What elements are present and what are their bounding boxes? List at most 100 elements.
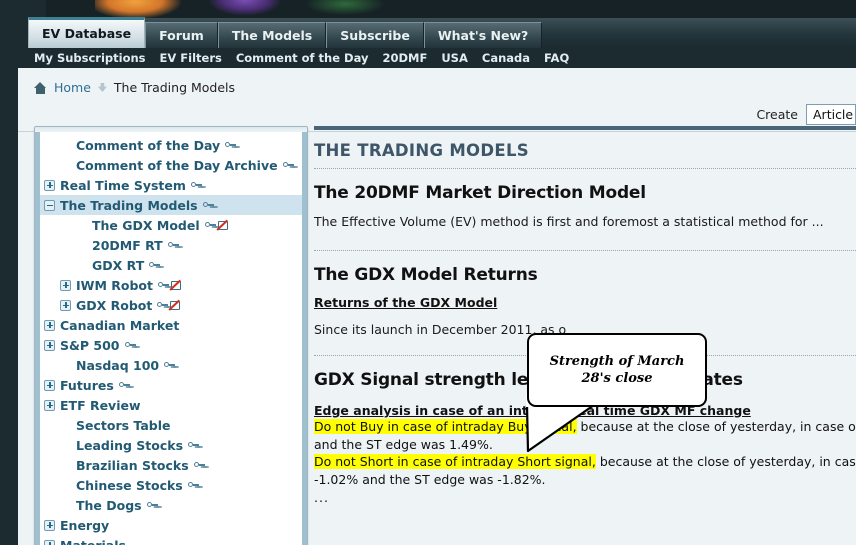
banner-left-strip — [0, 0, 46, 18]
sidebar-item-gdx-rt[interactable]: GDX RT — [40, 255, 302, 275]
expand-icon[interactable] — [44, 399, 55, 411]
sidebar-item-the-dogs[interactable]: The Dogs — [40, 495, 302, 515]
key-icon — [282, 162, 294, 169]
subnav-ev-filters[interactable]: EV Filters — [160, 51, 222, 65]
sidebar-item-brazilian-stocks[interactable]: Brazilian Stocks — [40, 455, 302, 475]
sidebar-item-the-trading-models[interactable]: The Trading Models — [40, 195, 302, 215]
short-signal-rest: because at the close of yesterday, in ca… — [599, 454, 856, 469]
sidebar-item-real-time-system[interactable]: Real Time System — [40, 175, 302, 195]
key-icon — [124, 342, 136, 349]
sidebar-item-label: Sectors Table — [76, 417, 171, 433]
subnav-canada[interactable]: Canada — [482, 51, 530, 65]
sidebar-item-iwm-robot[interactable]: IWM Robot — [40, 275, 302, 295]
subnav-usa[interactable]: USA — [441, 51, 468, 65]
sidebar-item-label: Chinese Stocks — [76, 477, 183, 493]
home-icon — [34, 81, 47, 94]
content-ellipsis: ... — [314, 490, 329, 505]
sidebar-item-comment-of-the-day-archive[interactable]: Comment of the Day Archive — [40, 155, 302, 175]
sidebar-item-sectors-table[interactable]: Sectors Table — [40, 415, 302, 435]
sidebar-item-s-p-500[interactable]: S&P 500 — [40, 335, 302, 355]
sidebar-item-20dmf-rt[interactable]: 20DMF RT — [40, 235, 302, 255]
sidebar-item-label: The GDX Model — [92, 217, 200, 233]
key-icon — [204, 222, 216, 229]
annotation-callout: Strength of March 28's close — [525, 333, 707, 453]
page-left-margin — [0, 68, 18, 545]
create-label: Create — [756, 107, 798, 122]
sidebar-item-label: IWM Robot — [76, 277, 153, 293]
expand-icon[interactable] — [44, 319, 55, 331]
sidebar-item-label: Brazilian Stocks — [76, 457, 189, 473]
sidebar-item-futures[interactable]: Futures — [40, 375, 302, 395]
sidebar-item-label: Comment of the Day — [76, 137, 221, 153]
section-heading-gdx-returns: The GDX Model Returns — [314, 265, 538, 285]
sidebar-item-label: Futures — [60, 377, 114, 393]
tab-forum[interactable]: Forum — [145, 22, 218, 48]
expand-icon[interactable] — [44, 379, 55, 391]
create-type-select[interactable]: Article — [806, 104, 856, 125]
key-icon — [188, 442, 200, 449]
breadcrumb-separator-icon — [97, 83, 107, 92]
page-body: Home The Trading Models Create Article C… — [18, 68, 856, 545]
tab-subscribe[interactable]: Subscribe — [326, 22, 424, 48]
expand-icon[interactable] — [44, 519, 55, 531]
nav-left-filler — [0, 18, 28, 48]
expand-icon[interactable] — [44, 339, 55, 351]
sidebar-item-label: Energy — [60, 517, 110, 533]
sidebar-item-gdx-robot[interactable]: GDX Robot — [40, 295, 302, 315]
sidebar-right-rail — [302, 132, 307, 545]
subnav-20dmf[interactable]: 20DMF — [382, 51, 427, 65]
create-control: Create Article — [756, 104, 856, 125]
subnav-comment-of-the-day[interactable]: Comment of the Day — [236, 51, 369, 65]
sidebar-item-the-gdx-model[interactable]: The GDX Model — [40, 215, 302, 235]
sidebar-item-label: GDX Robot — [76, 297, 153, 313]
sidebar-item-chinese-stocks[interactable]: Chinese Stocks — [40, 475, 302, 495]
collapse-icon[interactable] — [44, 199, 55, 211]
subnav-faq[interactable]: FAQ — [544, 51, 569, 65]
tab-ev-database[interactable]: EV Database — [28, 17, 146, 48]
key-icon — [157, 282, 169, 289]
sidebar-item-etf-review[interactable]: ETF Review — [40, 395, 302, 415]
sidebar-item-materials[interactable]: Materials — [40, 535, 302, 545]
sidebar-item-label: GDX RT — [92, 257, 145, 273]
subnav-my-subscriptions[interactable]: My Subscriptions — [34, 51, 146, 65]
returns-of-gdx-model-link[interactable]: Returns of the GDX Model — [314, 295, 497, 310]
sidebar-tree: Comment of the Day Comment of the Day Arc… — [40, 132, 302, 545]
sidebar-item-comment-of-the-day[interactable]: Comment of the Day — [40, 135, 302, 155]
short-signal-highlight: Do not Short in case of intraday Short s… — [314, 454, 596, 469]
expand-icon[interactable] — [44, 539, 55, 545]
key-icon — [118, 382, 130, 389]
key-icon — [157, 302, 169, 309]
sidebar-item-label: Comment of the Day Archive — [76, 157, 278, 173]
callout-text: Strength of March 28's close — [527, 333, 707, 407]
content-divider-2 — [314, 250, 856, 251]
key-icon — [187, 482, 199, 489]
sidebar-item-label: 20DMF RT — [92, 237, 163, 253]
banner-artwork — [95, 0, 395, 18]
expand-icon[interactable] — [60, 299, 71, 311]
key-icon — [193, 462, 205, 469]
sidebar-item-label: Leading Stocks — [76, 437, 184, 453]
key-icon — [149, 262, 161, 269]
breadcrumb-home-link[interactable]: Home — [54, 80, 91, 95]
sidebar-item-energy[interactable]: Energy — [40, 515, 302, 535]
expand-icon[interactable] — [44, 179, 55, 191]
secondary-nav-bar: My Subscriptions EV Filters Comment of the… — [0, 48, 856, 68]
sidebar-item-canadian-market[interactable]: Canadian Market — [40, 315, 302, 335]
no-book-icon — [217, 220, 229, 231]
sidebar-tree-panel: Comment of the Day Comment of the Day Arc… — [34, 126, 308, 545]
expand-icon[interactable] — [60, 279, 71, 291]
sidebar-item-label: The Trading Models — [60, 197, 198, 213]
sidebar-item-leading-stocks[interactable]: Leading Stocks — [40, 435, 302, 455]
sidebar-item-nasdaq-100[interactable]: Nasdaq 100 — [40, 355, 302, 375]
no-book-icon — [169, 300, 181, 311]
tab-what-s-new[interactable]: What's New? — [423, 22, 543, 48]
tab-the-models[interactable]: The Models — [217, 22, 327, 48]
breadcrumb-current: The Trading Models — [113, 80, 236, 95]
key-icon — [146, 502, 158, 509]
